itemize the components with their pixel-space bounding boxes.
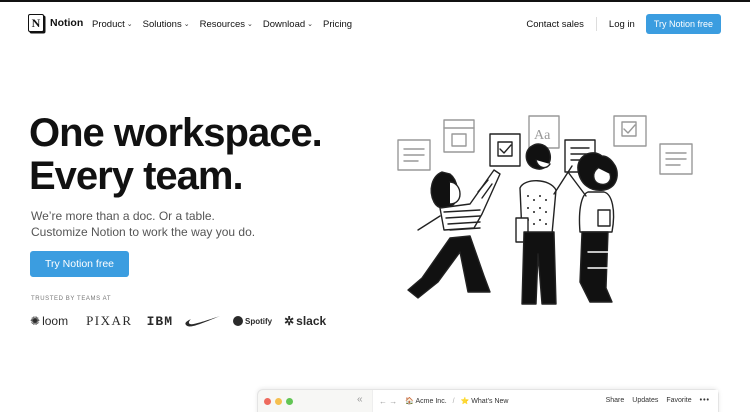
slack-icon: ✲: [284, 314, 295, 328]
person-striped-shirt: [407, 169, 501, 299]
chevron-down-icon: ⌄: [247, 20, 253, 28]
minimize-dot[interactable]: [275, 398, 282, 405]
slack-text: slack: [296, 314, 327, 328]
spotify-text: Spotify: [245, 316, 273, 326]
more-options-icon[interactable]: •••: [700, 397, 710, 404]
nike-swoosh-icon: [185, 316, 220, 327]
breadcrumb-text: What’s New: [471, 398, 509, 405]
font-card: Aa: [528, 115, 560, 149]
preview-topbar: ← → 🏠 Acme Inc. / ⭐ What’s New Share Upd…: [372, 390, 718, 412]
breadcrumb-text: Acme Inc.: [415, 398, 447, 405]
menu-label: Pricing: [323, 19, 353, 30]
spotify-icon: [233, 316, 243, 326]
breadcrumb-page[interactable]: ⭐ What’s New: [461, 397, 509, 405]
checkbox-card-right: [613, 115, 647, 147]
loom-icon: ✺: [30, 314, 41, 328]
updates-button[interactable]: Updates: [632, 397, 658, 404]
menu-download[interactable]: Download ⌄: [263, 19, 313, 30]
svg-text:Aa: Aa: [534, 128, 551, 143]
hero-subtitle: We’re more than a doc. Or a table. Custo…: [31, 208, 331, 240]
menu-label: Solutions: [142, 19, 182, 30]
login-link[interactable]: Log in: [609, 19, 635, 30]
collapse-sidebar-icon[interactable]: «: [357, 394, 363, 405]
hero-headline: One workspace. Every team.: [29, 112, 359, 198]
app-preview-window: « ← → 🏠 Acme Inc. / ⭐ What’s New Share U…: [257, 389, 719, 412]
nike-logo: [185, 314, 221, 328]
nav-divider: [595, 17, 597, 31]
headline-line-1: One workspace.: [29, 111, 323, 155]
slack-logo: ✲ slack: [284, 314, 326, 328]
try-free-nav-button[interactable]: Try Notion free: [645, 14, 721, 34]
window-controls: [264, 398, 293, 405]
contact-sales-link[interactable]: Contact sales: [526, 19, 584, 30]
loom-logo: ✺ loom: [30, 314, 68, 328]
menu-resources[interactable]: Resources ⌄: [200, 19, 253, 30]
nav-arrows-icon[interactable]: ← →: [379, 397, 397, 406]
close-dot[interactable]: [264, 398, 271, 405]
preview-actions: Share Updates Favorite •••: [606, 397, 710, 404]
customer-logos: ✺ loom PIXAR IBM Spotify ✲ slack: [30, 312, 326, 330]
menu-label: Download: [262, 19, 306, 30]
person-dotted-sweater: [515, 143, 573, 305]
notion-logo[interactable]: N Notion: [28, 14, 83, 32]
notion-logo-icon: N: [28, 14, 44, 32]
spotify-logo: Spotify: [233, 316, 272, 326]
chevron-down-icon: ⌄: [307, 20, 314, 28]
headline-line-2: Every team.: [29, 154, 244, 198]
check-card: [489, 133, 521, 167]
subtitle-line-1: We’re more than a doc. Or a table.: [31, 209, 215, 223]
chevron-down-icon: ⌄: [183, 20, 190, 28]
main-menu: Product ⌄ Solutions ⌄ Resources ⌄ Download ⌄…: [92, 19, 352, 30]
pixar-logo: PIXAR: [86, 313, 133, 328]
top-nav: N Notion Product ⌄ Solutions ⌄ Resources ⌄ …: [0, 2, 750, 46]
menu-label: Resources: [199, 19, 246, 30]
maximize-dot[interactable]: [286, 398, 293, 405]
trusted-label: TRUSTED BY TEAMS AT: [31, 296, 112, 302]
breadcrumb-separator: /: [452, 397, 455, 405]
favorite-button[interactable]: Favorite: [666, 397, 691, 404]
menu-label: Product: [92, 19, 125, 30]
team-illustration: Aa: [397, 115, 693, 305]
nav-right: Contact sales Log in Try Notion free: [526, 14, 721, 34]
calendar-card: [443, 119, 475, 153]
ibm-logo: IBM: [146, 313, 173, 329]
logo-text: Notion: [50, 17, 84, 29]
try-free-hero-button[interactable]: Try Notion free: [30, 251, 129, 277]
menu-pricing[interactable]: Pricing: [323, 19, 352, 30]
share-button[interactable]: Share: [606, 397, 625, 404]
breadcrumb-workspace[interactable]: 🏠 Acme Inc.: [405, 397, 446, 405]
person-curly-hair: [567, 152, 618, 303]
menu-solutions[interactable]: Solutions ⌄: [143, 19, 190, 30]
loom-text: loom: [42, 314, 69, 328]
menu-product[interactable]: Product ⌄: [92, 19, 133, 30]
subtitle-line-2: Customize Notion to work the way you do.: [31, 225, 256, 239]
doc-card-left: [397, 139, 431, 171]
doc-card-right: [659, 143, 693, 175]
chevron-down-icon: ⌄: [126, 20, 133, 28]
